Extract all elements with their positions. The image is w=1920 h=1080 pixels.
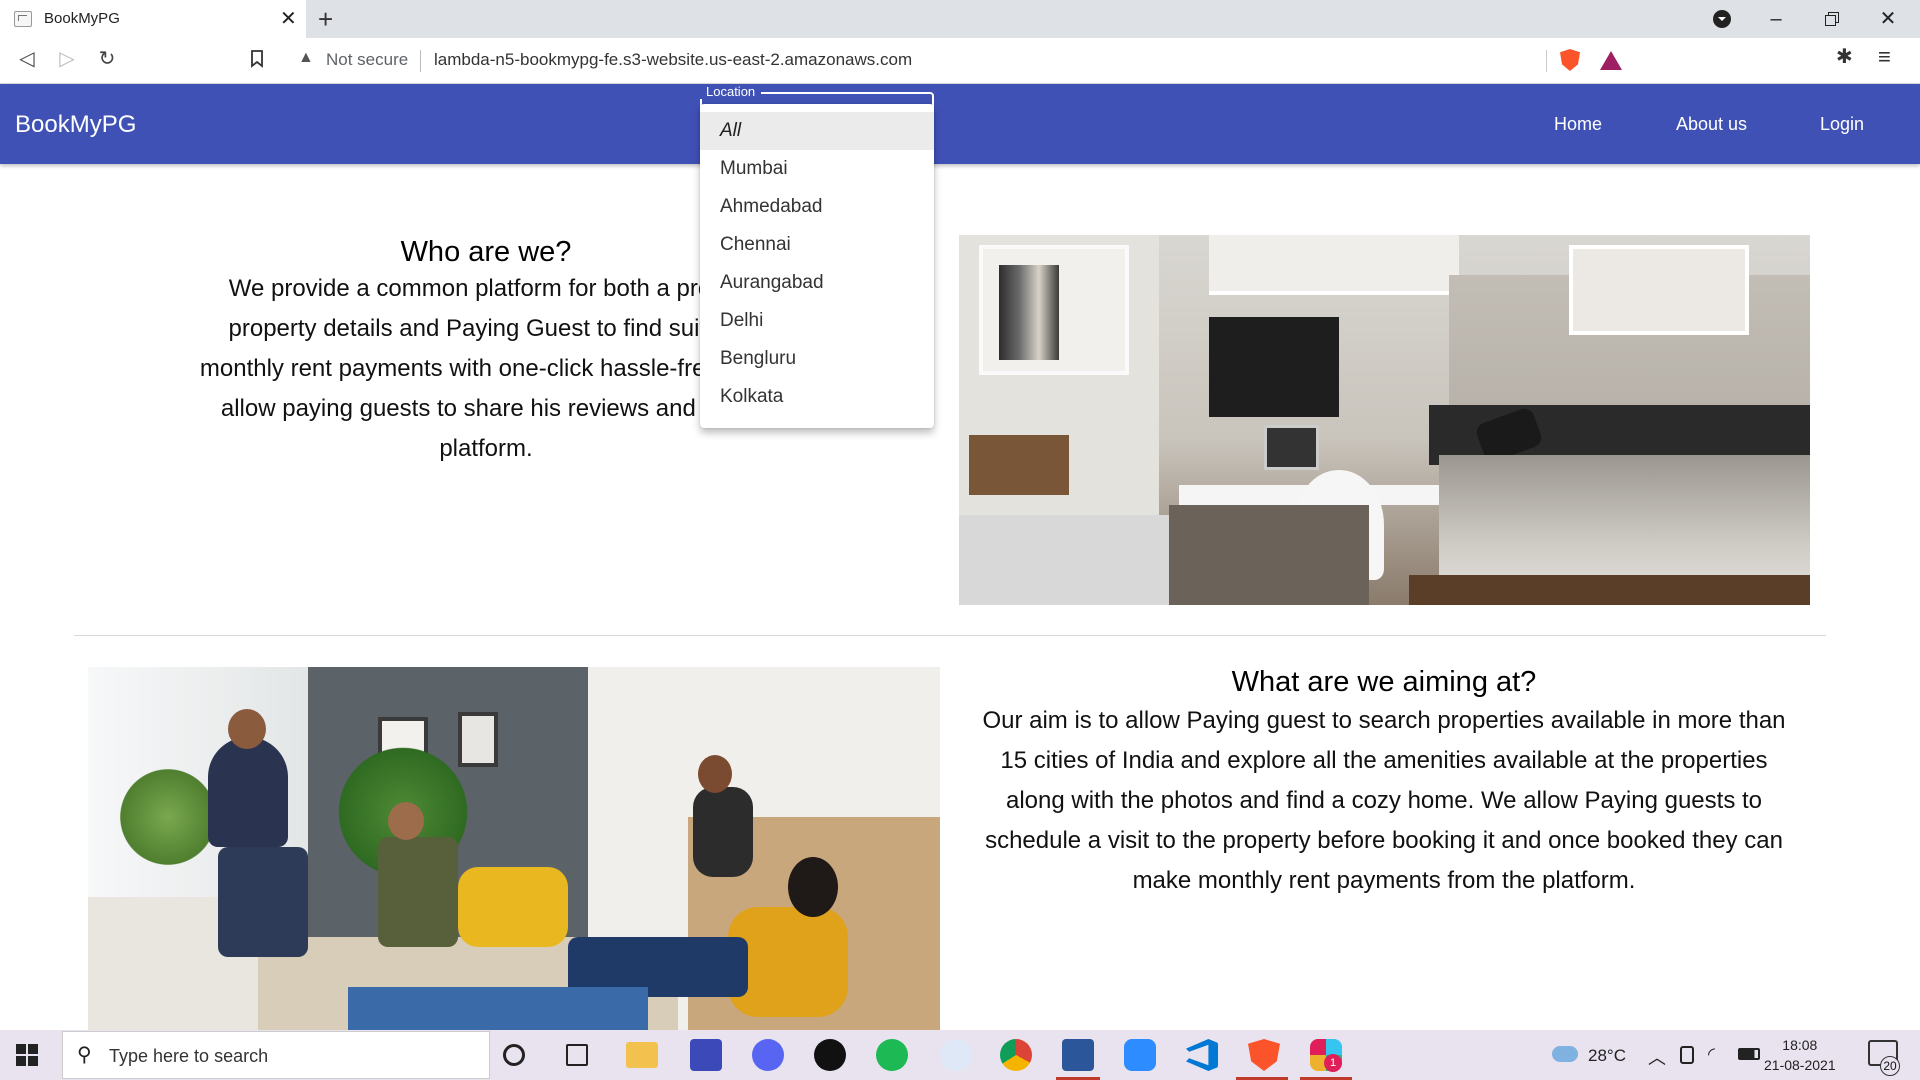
- brave-shields-icon[interactable]: [1560, 49, 1580, 71]
- location-option-bengluru[interactable]: Bengluru: [700, 340, 934, 378]
- spotify-icon[interactable]: [876, 1039, 908, 1071]
- browser-tab[interactable]: BookMyPG ✕: [0, 0, 306, 38]
- word-icon[interactable]: [1062, 1039, 1094, 1071]
- minimize-icon[interactable]: –: [1756, 6, 1796, 32]
- location-option-ahmedabad[interactable]: Ahmedabad: [700, 188, 934, 226]
- aim-line: along with the photos and find a cozy ho…: [1005, 787, 1762, 814]
- reload-icon[interactable]: ↻: [92, 44, 122, 74]
- location-option-chennai[interactable]: Chennai: [700, 226, 934, 264]
- search-placeholder: Type here to search: [109, 1046, 269, 1066]
- url-text[interactable]: lambda-n5-bookmypg-fe.s3-website.us-east…: [434, 50, 912, 70]
- favicon-icon: [14, 11, 32, 27]
- friends-living-room-image: [88, 667, 940, 1030]
- search-icon: ⚲: [77, 1044, 92, 1066]
- restore-icon[interactable]: [1812, 6, 1852, 32]
- battery-icon[interactable]: [1738, 1048, 1760, 1060]
- location-option-aurangabad[interactable]: Aurangabad: [700, 264, 934, 302]
- close-window-icon[interactable]: ✕: [1868, 6, 1908, 32]
- aim-line: make monthly rent payments from the plat…: [1132, 867, 1636, 894]
- aim-text: Our aim is to allow Paying guest to sear…: [960, 701, 1808, 901]
- temperature[interactable]: 28°C: [1588, 1046, 1626, 1066]
- location-dropdown: All Mumbai Ahmedabad Chennai Aurangabad …: [700, 104, 934, 428]
- clock-time: 18:08: [1782, 1037, 1818, 1053]
- tab-title: BookMyPG: [44, 10, 120, 27]
- chrome-icon[interactable]: [1000, 1039, 1032, 1071]
- aim-line: 15 cities of India and explore all the a…: [1000, 747, 1768, 774]
- security-label: Not secure: [326, 50, 409, 69]
- notification-count: 20: [1880, 1056, 1900, 1076]
- cortana-icon[interactable]: [503, 1044, 525, 1066]
- location-label: Location: [700, 84, 762, 99]
- nav-login[interactable]: Login: [1820, 114, 1864, 135]
- bookmark-icon[interactable]: [242, 44, 272, 74]
- pen-app-icon[interactable]: [690, 1039, 722, 1071]
- taskbar-search[interactable]: ⚲ Type here to search: [62, 1031, 490, 1079]
- app-bar: BookMyPG Home About us Login: [0, 84, 1920, 164]
- chevron-up-icon[interactable]: ︿: [1648, 1044, 1666, 1070]
- warning-icon: ▲: [298, 49, 314, 66]
- clock-date: 21-08-2021: [1764, 1057, 1836, 1073]
- file-explorer-icon[interactable]: [626, 1042, 658, 1068]
- location-option-kolkata[interactable]: Kolkata: [700, 378, 934, 416]
- forward-icon[interactable]: ▷: [52, 44, 82, 74]
- location-option-mumbai[interactable]: Mumbai: [700, 150, 934, 188]
- address-bar[interactable]: ▲ Not secure lambda-n5-bookmypg-fe.s3-we…: [284, 42, 1636, 78]
- close-tab-icon[interactable]: ✕: [280, 6, 297, 32]
- menu-icon[interactable]: ≡: [1878, 44, 1891, 70]
- app-icon[interactable]: [940, 1039, 972, 1071]
- aim-line: schedule a visit to the property before …: [985, 827, 1783, 854]
- new-tab-button[interactable]: +: [318, 4, 333, 34]
- tab-search-icon[interactable]: [1702, 6, 1742, 32]
- zoom-icon[interactable]: [1124, 1039, 1156, 1071]
- task-view-icon[interactable]: [566, 1044, 588, 1066]
- discord-icon[interactable]: [752, 1039, 784, 1071]
- nav-about-us[interactable]: About us: [1676, 114, 1747, 135]
- clock[interactable]: 18:08 21-08-2021: [1764, 1035, 1836, 1075]
- who-line: platform.: [439, 435, 533, 462]
- meet-now-icon[interactable]: [1680, 1046, 1694, 1064]
- slack-badge: 1: [1324, 1054, 1342, 1072]
- aim-title: What are we aiming at?: [1231, 666, 1537, 698]
- back-icon[interactable]: ◁: [12, 44, 42, 74]
- location-option-delhi[interactable]: Delhi: [700, 302, 934, 340]
- divider: [420, 50, 421, 72]
- nav-home[interactable]: Home: [1554, 114, 1602, 135]
- divider: [1546, 50, 1547, 72]
- location-option-all[interactable]: All: [700, 112, 934, 150]
- brave-rewards-icon[interactable]: [1600, 51, 1622, 70]
- extensions-icon[interactable]: ✱: [1836, 44, 1853, 69]
- xbox-icon[interactable]: [814, 1039, 846, 1071]
- wifi-icon[interactable]: ◜: [1708, 1044, 1715, 1065]
- aim-section: What are we aiming at? Our aim is to all…: [960, 650, 1808, 901]
- weather-icon[interactable]: [1552, 1046, 1578, 1062]
- aim-line: Our aim is to allow Paying guest to sear…: [982, 707, 1786, 734]
- windows-start-icon[interactable]: [16, 1044, 38, 1066]
- brand-logo[interactable]: BookMyPG: [15, 111, 136, 139]
- section-divider: [74, 635, 1826, 636]
- bedroom-image: [959, 235, 1810, 605]
